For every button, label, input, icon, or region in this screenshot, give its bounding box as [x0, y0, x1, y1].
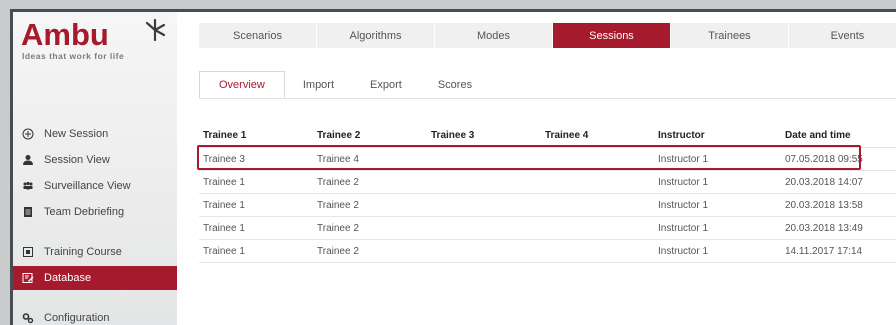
sidebar: Ambu Ideas that work for life New Sessio…: [13, 12, 177, 325]
table-cell: Trainee 1: [203, 222, 245, 234]
column-header[interactable]: Trainee 4: [545, 124, 588, 147]
table-cell: Instructor 1: [658, 176, 709, 188]
tab-events[interactable]: Events: [789, 23, 896, 48]
table-row[interactable]: Trainee 1 Trainee 2 Instructor 1 14.11.2…: [199, 240, 896, 263]
sidebar-item-new-session[interactable]: New Session: [13, 122, 177, 146]
sidebar-item-label: Surveillance View: [44, 180, 131, 192]
sidebar-item-label: New Session: [44, 128, 109, 140]
sidebar-item-label: Database: [44, 272, 92, 284]
table-row[interactable]: Trainee 3 Trainee 4 Instructor 1 07.05.2…: [199, 148, 896, 171]
tab-scenarios[interactable]: Scenarios: [199, 23, 317, 48]
table-cell: Trainee 1: [203, 199, 245, 211]
sub-tabs: Overview Import Export Scores: [199, 71, 490, 99]
logo-star-icon: [145, 18, 166, 42]
document-icon: [22, 206, 34, 218]
main-tabs: Scenarios Algorithms Modes Sessions Trai…: [199, 23, 896, 48]
subtab-overview[interactable]: Overview: [199, 71, 285, 99]
app-window: Ambu Ideas that work for life New Sessio…: [10, 9, 896, 325]
ambu-logo: Ambu Ideas that work for life: [21, 18, 171, 64]
tab-algorithms[interactable]: Algorithms: [317, 23, 435, 48]
sidebar-item-database[interactable]: Database: [13, 266, 177, 290]
gears-icon: [22, 312, 34, 324]
table-cell: Instructor 1: [658, 153, 709, 165]
logo-tagline: Ideas that work for life: [22, 51, 125, 61]
table-cell: Instructor 1: [658, 245, 709, 257]
column-header[interactable]: Instructor: [658, 124, 705, 147]
tab-sessions[interactable]: Sessions: [553, 23, 671, 48]
table-cell: Instructor 1: [658, 222, 709, 234]
table-cell: Trainee 4: [317, 153, 359, 165]
tab-trainees[interactable]: Trainees: [671, 23, 789, 48]
table-cell: Trainee 3: [203, 153, 245, 165]
sidebar-item-session-view[interactable]: Session View: [13, 148, 177, 172]
sidebar-item-training-course[interactable]: Training Course: [13, 240, 177, 264]
table-cell: Trainee 1: [203, 245, 245, 257]
sidebar-item-label: Configuration: [44, 312, 110, 324]
table-cell: Trainee 2: [317, 176, 359, 188]
subtab-export[interactable]: Export: [352, 71, 420, 99]
sidebar-item-label: Session View: [44, 154, 110, 166]
table-row[interactable]: Trainee 1 Trainee 2 Instructor 1 20.03.2…: [199, 171, 896, 194]
sidebar-item-surveillance-view[interactable]: Surveillance View: [13, 174, 177, 198]
table-row[interactable]: Trainee 1 Trainee 2 Instructor 1 20.03.2…: [199, 194, 896, 217]
sidebar-item-label: Team Debriefing: [44, 206, 125, 218]
table-cell: 20.03.2018 13:58: [785, 199, 863, 211]
column-header[interactable]: Trainee 3: [431, 124, 474, 147]
table-cell: 14.11.2017 17:14: [785, 245, 863, 257]
table-cell: Trainee 2: [317, 222, 359, 234]
table-cell: 07.05.2018 09:55: [785, 153, 863, 165]
table-cell: 20.03.2018 14:07: [785, 176, 863, 188]
sidebar-item-label: Training Course: [44, 246, 122, 258]
tab-modes[interactable]: Modes: [435, 23, 553, 48]
sidebar-item-configuration[interactable]: Configuration: [13, 306, 177, 325]
table-header-row: Trainee 1 Trainee 2 Trainee 3 Trainee 4 …: [199, 124, 896, 148]
sessions-table: Trainee 1 Trainee 2 Trainee 3 Trainee 4 …: [199, 124, 896, 263]
column-header[interactable]: Date and time: [785, 124, 851, 147]
table-row[interactable]: Trainee 1 Trainee 2 Instructor 1 20.03.2…: [199, 217, 896, 240]
column-header[interactable]: Trainee 2: [317, 124, 360, 147]
person-icon: [22, 154, 34, 166]
course-icon: [22, 246, 34, 258]
column-header[interactable]: Trainee 1: [203, 124, 246, 147]
table-cell: Trainee 2: [317, 245, 359, 257]
subtab-divider: [199, 98, 896, 99]
subtab-scores[interactable]: Scores: [420, 71, 490, 99]
database-edit-icon: [22, 272, 34, 284]
table-cell: Instructor 1: [658, 199, 709, 211]
logo-wordmark: Ambu: [21, 17, 109, 52]
table-cell: Trainee 2: [317, 199, 359, 211]
group-icon: [22, 180, 34, 192]
table-cell: Trainee 1: [203, 176, 245, 188]
plus-circle-icon: [22, 128, 34, 140]
table-cell: 20.03.2018 13:49: [785, 222, 863, 234]
main-content: Scenarios Algorithms Modes Sessions Trai…: [177, 12, 896, 325]
sidebar-item-team-debriefing[interactable]: Team Debriefing: [13, 200, 177, 224]
subtab-import[interactable]: Import: [285, 71, 352, 99]
